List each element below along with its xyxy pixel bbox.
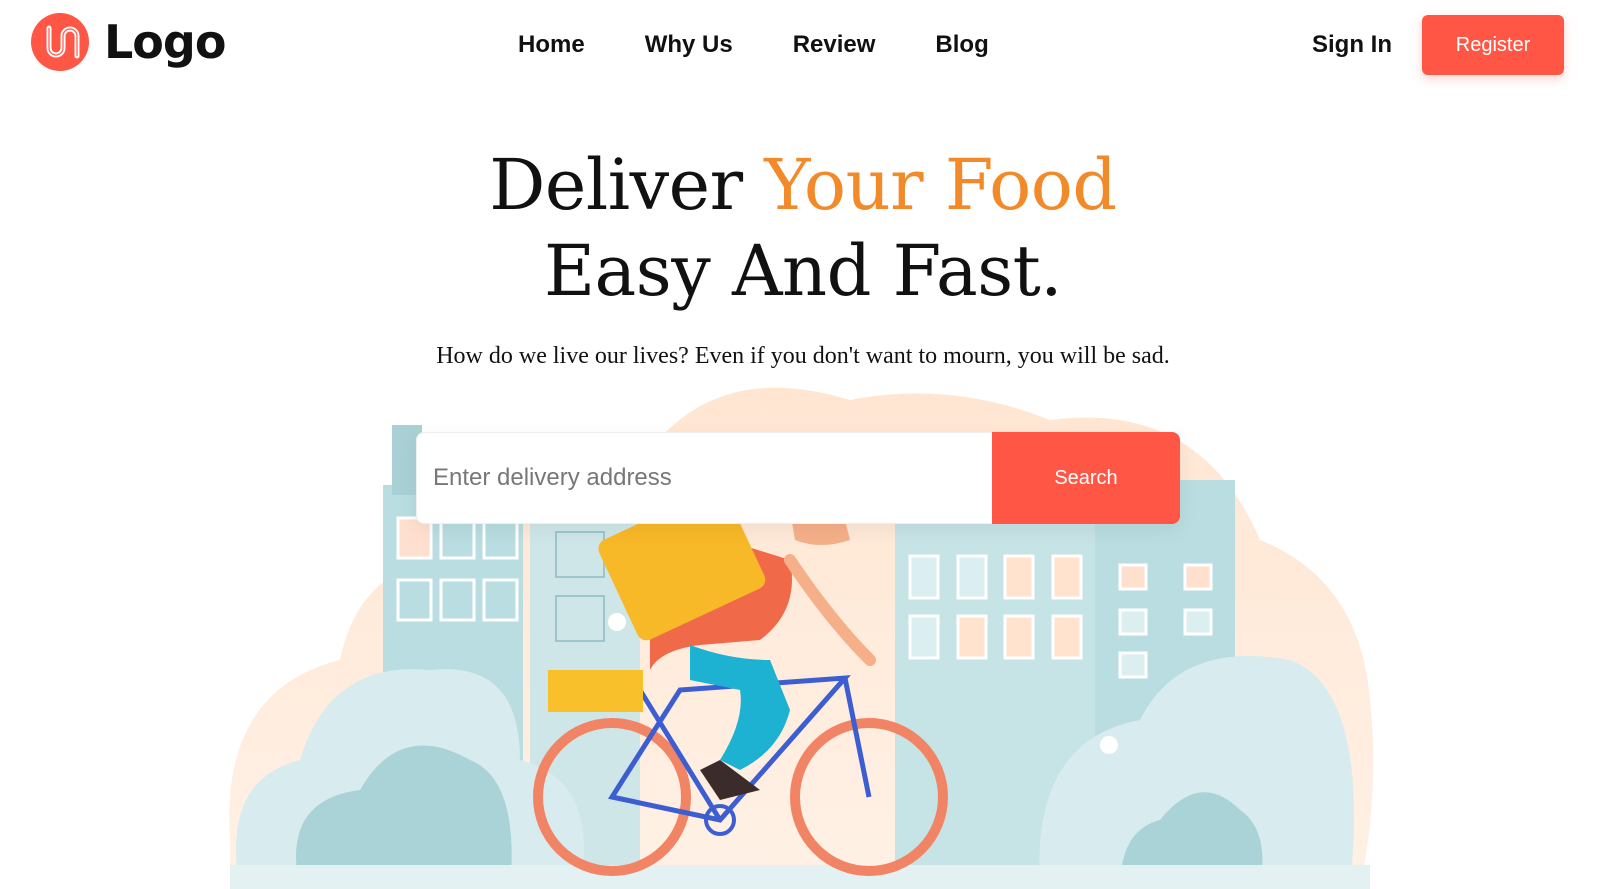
hero-title-line-2: Easy And Fast.: [543, 230, 1063, 312]
search-bar: Search: [416, 432, 1180, 524]
nav-item-why-us[interactable]: Why Us: [645, 30, 733, 60]
main-nav: Home Why Us Review Blog: [518, 30, 989, 60]
nav-item-blog[interactable]: Blog: [935, 30, 988, 60]
delivery-address-input[interactable]: [416, 432, 992, 524]
hero-title-highlight: Your Food: [764, 144, 1117, 226]
landing-page: Logo Home Why Us Review Blog Sign In Reg…: [0, 0, 1606, 889]
site-header: Logo Home Why Us Review Blog Sign In Reg…: [0, 0, 1606, 90]
nav-item-review[interactable]: Review: [793, 30, 876, 60]
sign-in-link[interactable]: Sign In: [1312, 30, 1392, 60]
logo-icon: [31, 13, 89, 71]
hero-title-part-1: Deliver: [489, 144, 765, 226]
nav-item-home[interactable]: Home: [518, 30, 585, 60]
search-button[interactable]: Search: [992, 432, 1180, 524]
register-button[interactable]: Register: [1422, 15, 1564, 75]
logo-link[interactable]: Logo: [30, 12, 226, 72]
hero-title-line-1: Deliver Your Food: [0, 142, 1606, 228]
hero-subtitle: How do we live our lives? Even if you do…: [436, 343, 1170, 369]
logo-text: Logo: [104, 15, 226, 69]
